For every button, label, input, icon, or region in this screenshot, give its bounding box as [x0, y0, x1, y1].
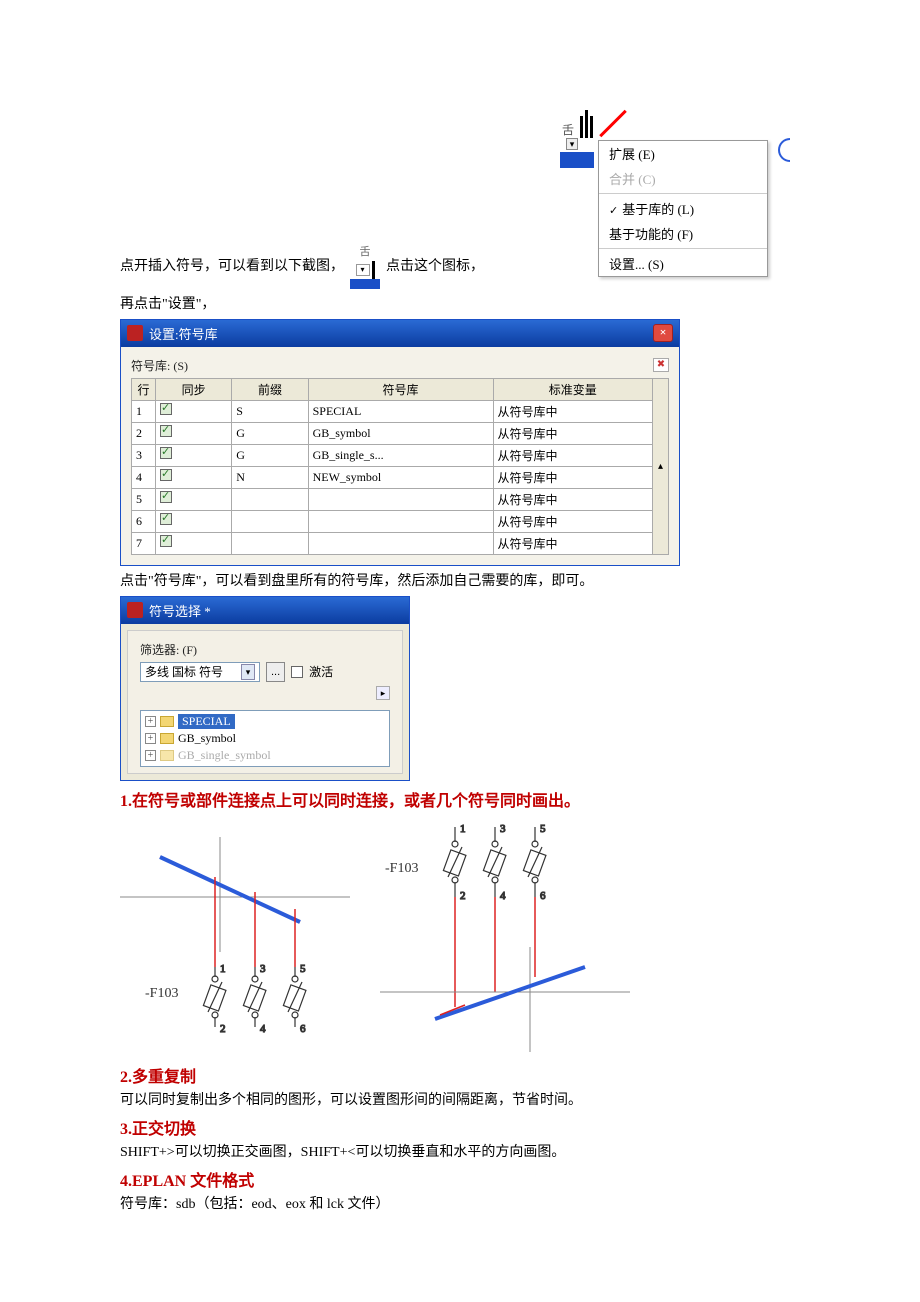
svg-text:4: 4 — [260, 1023, 266, 1035]
mini-dropdown-icon[interactable]: ▾ — [356, 264, 370, 276]
toolbar-bars — [580, 110, 593, 138]
heading-2: 2.多重复制 — [120, 1063, 800, 1087]
sync-checkbox[interactable] — [160, 469, 172, 481]
folder-icon — [160, 750, 174, 761]
menu-extend[interactable]: 扩展 (E) — [599, 141, 767, 166]
heading-4: 4.EPLAN 文件格式 — [120, 1167, 800, 1191]
sync-checkbox[interactable] — [160, 513, 172, 525]
svg-text:1: 1 — [460, 823, 466, 835]
table-row: 3GGB_single_s...从符号库中 — [132, 444, 669, 466]
body-3: SHIFT+>可以切换正交画图，SHIFT+<可以切换垂直和水平的方向画图。 — [120, 1141, 800, 1161]
intro-line-2: 再点击"设置"， — [120, 293, 800, 313]
intro-text-1b: 点击这个图标， — [386, 256, 484, 277]
settings-dialog: 设置:符号库 × 符号库: (S) ✖ 行 同步 前缀 符号库 标准变量 ▴ 1… — [120, 319, 680, 566]
tab-char: 舌 — [560, 121, 576, 138]
symbol-lib-table: 行 同步 前缀 符号库 标准变量 ▴ 1SSPECIAL从符号库中 2GGB_s… — [131, 378, 669, 555]
activate-label: 激活 — [309, 663, 333, 680]
svg-text:5: 5 — [540, 823, 546, 835]
col-sync: 同步 — [156, 378, 232, 400]
arc-icon — [778, 138, 790, 162]
table-row: 1SSPECIAL从符号库中 — [132, 400, 669, 422]
symbol-tree: +SPECIAL +GB_symbol +GB_single_symbol — [140, 710, 390, 767]
svg-text:3: 3 — [500, 823, 506, 835]
app-icon — [127, 602, 143, 618]
filter-label: 筛选器: (F) — [140, 641, 390, 658]
folder-icon — [160, 716, 174, 727]
settings-title: 设置:符号库 — [149, 324, 218, 343]
svg-text:4: 4 — [500, 890, 506, 902]
settings-title-bar: 设置:符号库 × — [121, 320, 679, 347]
scrollbar[interactable]: ▴ — [653, 378, 669, 554]
table-row: 6从符号库中 — [132, 510, 669, 532]
play-icon[interactable]: ▸ — [376, 686, 390, 700]
body-2: 可以同时复制出多个相同的图形，可以设置图形间的间隔距离，节省时间。 — [120, 1089, 800, 1109]
sync-checkbox[interactable] — [160, 425, 172, 437]
folder-icon — [160, 733, 174, 744]
mini-label: 舌 — [360, 244, 371, 261]
symbol-lib-label: 符号库: (S) — [131, 357, 188, 374]
heading-3: 3.正交切换 — [120, 1115, 800, 1139]
sync-checkbox[interactable] — [160, 535, 172, 547]
svg-text:2: 2 — [220, 1023, 226, 1035]
diagram-left: -F103 1 2 3 4 5 6 — [120, 837, 350, 1037]
red-stroke-icon — [597, 110, 627, 138]
col-stdvar: 标准变量 — [493, 378, 653, 400]
mini-toolbar-fragment: 舌 ▾ — [350, 244, 380, 289]
menu-based-lib[interactable]: 基于库的 (L) — [599, 196, 767, 221]
svg-text:1: 1 — [220, 963, 226, 975]
filter-combo[interactable]: 多线 国标 符号 ▾ — [140, 662, 260, 682]
after-table-text: 点击"符号库"，可以看到盘里所有的符号库，然后添加自己需要的库，即可。 — [120, 570, 800, 590]
svg-text:2: 2 — [460, 890, 466, 902]
dropdown-icon[interactable]: ▾ — [566, 138, 578, 150]
context-menu: 扩展 (E) 合并 (C) 基于库的 (L) 基于功能的 (F) 设置... (… — [598, 140, 768, 277]
symbol-title-bar: 符号选择 * — [121, 597, 409, 624]
heading-1: 1.在符号或部件连接点上可以同时连接，或者几个符号同时画出。 — [120, 787, 800, 811]
diagram-row: -F103 1 2 3 4 5 6 -F103 1 2 — [120, 817, 800, 1057]
table-row: 7从符号库中 — [132, 532, 669, 554]
table-row: 4NNEW_symbol从符号库中 — [132, 466, 669, 488]
sync-checkbox[interactable] — [160, 403, 172, 415]
col-prefix: 前缀 — [232, 378, 308, 400]
tree-item[interactable]: +SPECIAL — [143, 713, 387, 730]
delete-icon[interactable]: ✖ — [653, 358, 669, 372]
browse-button[interactable]: ... — [266, 662, 285, 682]
svg-text:3: 3 — [260, 963, 266, 975]
menu-based-func[interactable]: 基于功能的 (F) — [599, 221, 767, 246]
blue-bar-icon — [560, 152, 594, 168]
intro-text-1a: 点开插入符号，可以看到以下截图， — [120, 256, 344, 277]
table-row: 5从符号库中 — [132, 488, 669, 510]
svg-text:5: 5 — [300, 963, 306, 975]
tree-item[interactable]: +GB_single_symbol — [143, 747, 387, 764]
svg-text:6: 6 — [540, 890, 546, 902]
svg-text:6: 6 — [300, 1023, 306, 1035]
sync-checkbox[interactable] — [160, 447, 172, 459]
menu-settings[interactable]: 设置... (S) — [599, 251, 767, 276]
svg-text:-F103: -F103 — [145, 986, 178, 1001]
app-icon — [127, 325, 143, 341]
activate-checkbox[interactable] — [291, 666, 303, 678]
svg-text:-F103: -F103 — [385, 861, 418, 876]
tree-item[interactable]: +GB_symbol — [143, 730, 387, 747]
table-row: 2GGB_symbol从符号库中 — [132, 422, 669, 444]
diagram-right: -F103 1 2 3 4 5 6 — [380, 817, 630, 1057]
chevron-down-icon[interactable]: ▾ — [241, 664, 255, 680]
body-4: 符号库：sdb（包括：eod、eox 和 lck 文件） — [120, 1193, 800, 1213]
close-icon[interactable]: × — [653, 324, 673, 342]
menu-merge: 合并 (C) — [599, 166, 767, 191]
symbol-select-dialog: 符号选择 * 筛选器: (F) 多线 国标 符号 ▾ ... 激活 ▸ +SPE… — [120, 596, 410, 781]
sync-checkbox[interactable] — [160, 491, 172, 503]
context-menu-fragment: 舌 ▾ 扩展 (E) 合并 (C) 基于库的 (L) 基于功能的 (F) 设置.… — [560, 110, 790, 277]
combo-value: 多线 国标 符号 — [145, 663, 223, 680]
mini-blue-bar — [350, 279, 380, 289]
col-row: 行 — [132, 378, 156, 400]
col-symlib: 符号库 — [308, 378, 493, 400]
symbol-title: 符号选择 * — [149, 601, 211, 620]
